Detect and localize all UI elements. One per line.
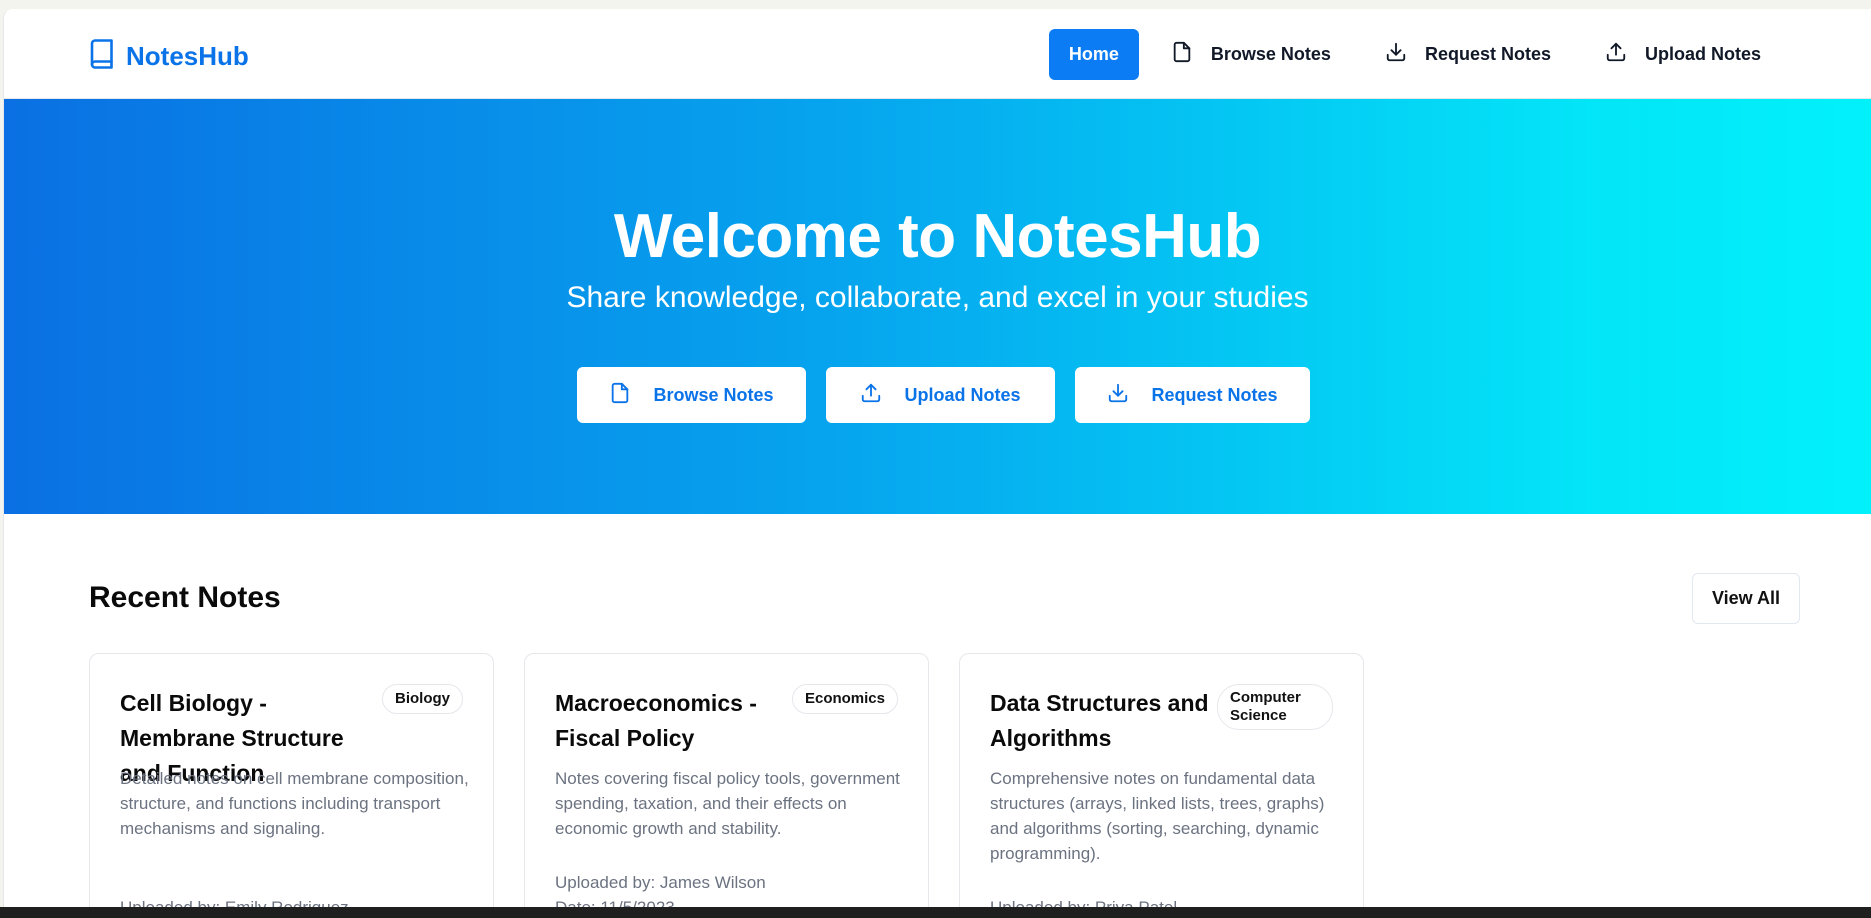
brand-name: NotesHub [126, 41, 249, 71]
file-icon [609, 382, 631, 409]
book-icon [90, 39, 114, 74]
upload-icon [1605, 41, 1627, 68]
nav-browse-notes[interactable]: Browse Notes [1149, 29, 1353, 80]
view-all-button[interactable]: View All [1692, 573, 1800, 624]
hero-actions: Browse Notes Upload Notes Request Notes [577, 367, 1310, 423]
nav-browse-notes-label: Browse Notes [1210, 44, 1331, 64]
note-card[interactable]: Cell Biology - Membrane Structure and Fu… [89, 653, 494, 907]
navbar: NotesHub Home Browse Notes Request Notes… [4, 9, 1871, 99]
note-card-description: Detailed notes on cell membrane composit… [120, 769, 469, 838]
taskbar-edge [0, 907, 1871, 918]
upload-icon [860, 382, 882, 409]
note-card[interactable]: Macroeconomics - Fiscal Policy Economics… [524, 653, 929, 907]
nav-request-notes-label: Request Notes [1424, 44, 1551, 64]
nav-home-label: Home [1068, 44, 1119, 64]
hero-title: Welcome to NotesHub [613, 202, 1262, 271]
file-icon [1171, 41, 1193, 68]
subject-badge: Economics [791, 684, 898, 714]
nav-upload-notes-label: Upload Notes [1644, 44, 1761, 64]
recent-notes-list: Cell Biology - Membrane Structure and Fu… [89, 653, 1364, 907]
download-icon [1385, 41, 1407, 68]
subject-badge: Biology [382, 684, 463, 714]
note-card-title: Data Structures and Algorithms [990, 690, 1209, 751]
hero-browse-notes-button[interactable]: Browse Notes [577, 367, 806, 423]
subject-badge: Computer Science [1217, 684, 1333, 730]
main-nav: Home Browse Notes Request Notes Upload N… [1048, 29, 1783, 80]
note-card-uploader: Uploaded by: James Wilson [555, 873, 766, 892]
nav-home[interactable]: Home [1048, 29, 1139, 80]
nav-upload-notes[interactable]: Upload Notes [1583, 29, 1783, 80]
hero-request-notes-label: Request Notes [1151, 384, 1278, 405]
hero-upload-notes-label: Upload Notes [904, 384, 1021, 405]
browser-viewport: NotesHub Home Browse Notes Request Notes… [3, 9, 1871, 907]
note-card-uploader: Uploaded by: Emily Rodriguez [120, 895, 349, 907]
recent-notes-title: Recent Notes [89, 581, 281, 614]
nav-request-notes[interactable]: Request Notes [1363, 29, 1573, 80]
note-card-date: Date: 11/5/2023 [555, 895, 675, 907]
note-card-title: Macroeconomics - Fiscal Policy [555, 690, 757, 751]
download-icon [1107, 382, 1129, 409]
brand-logo[interactable]: NotesHub [90, 39, 249, 74]
note-card-description: Notes covering fiscal policy tools, gove… [555, 769, 900, 838]
hero-browse-notes-label: Browse Notes [653, 384, 774, 405]
hero-subtitle: Share knowledge, collaborate, and excel … [566, 281, 1309, 314]
hero-upload-notes-button[interactable]: Upload Notes [826, 367, 1055, 423]
note-card-uploader: Uploaded by: Priya Patel [990, 895, 1177, 907]
hero-banner: Welcome to NotesHub Share knowledge, col… [4, 99, 1871, 514]
note-card[interactable]: Data Structures and Algorithms Computer … [959, 653, 1364, 907]
hero-request-notes-button[interactable]: Request Notes [1075, 367, 1310, 423]
note-card-description: Comprehensive notes on fundamental data … [990, 769, 1325, 863]
